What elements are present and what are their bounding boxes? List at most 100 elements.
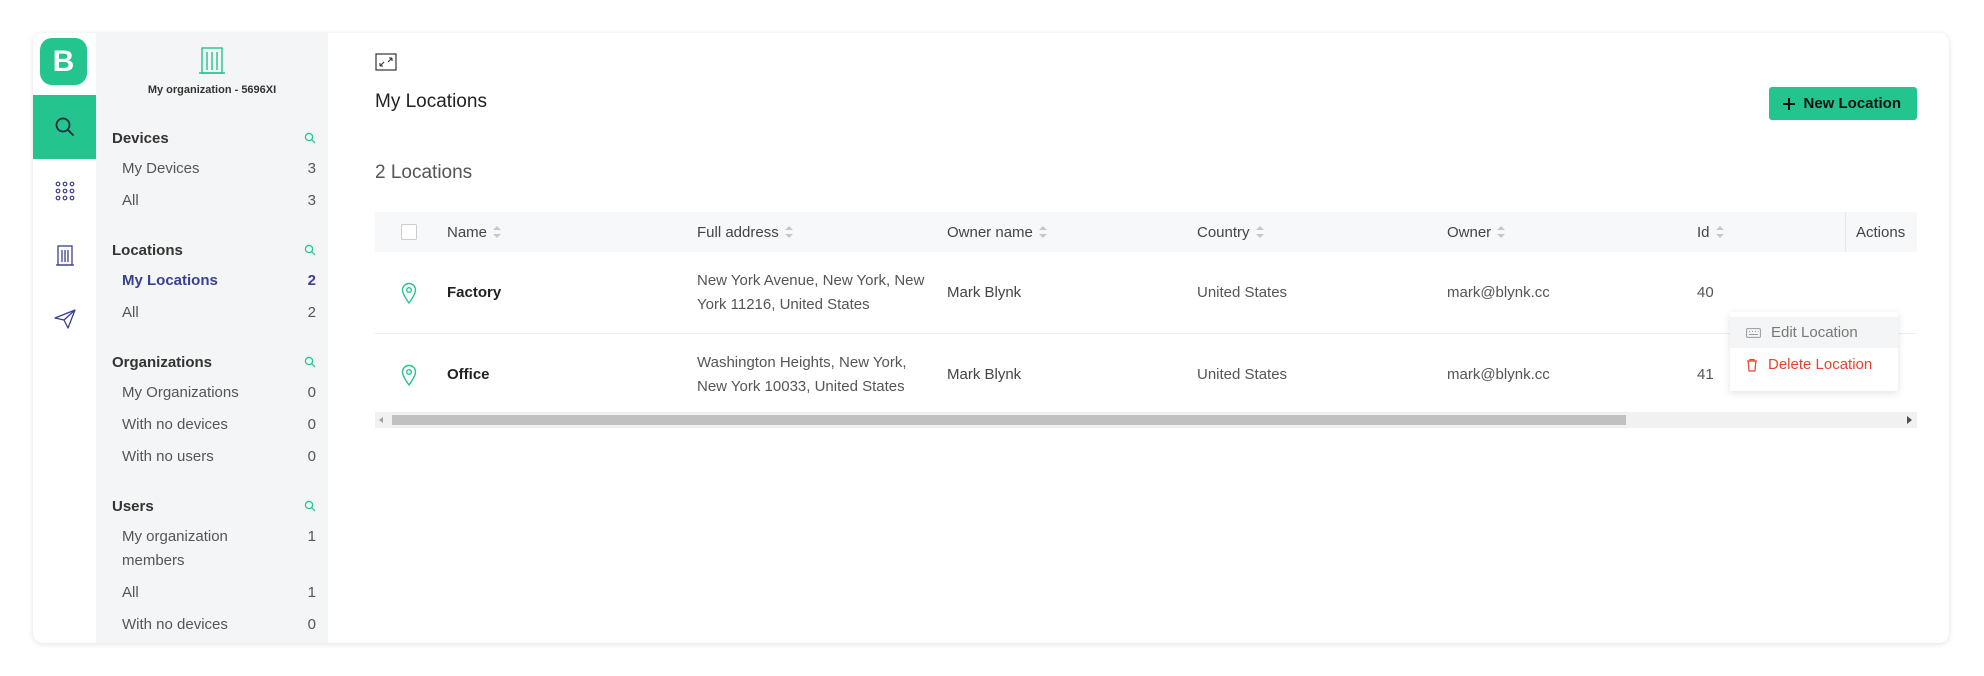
sort-icon[interactable] — [1715, 226, 1724, 238]
scroll-left-icon[interactable] — [379, 417, 383, 423]
item-label: With no users — [122, 448, 214, 465]
owner-email: mark@blynk.cc — [1447, 283, 1550, 301]
sidebar-item-my-locations[interactable]: My Locations 2 — [112, 269, 316, 293]
horizontal-scrollbar[interactable] — [375, 412, 1917, 428]
plus-icon — [1783, 97, 1796, 110]
sort-icon[interactable] — [784, 226, 793, 238]
column-label: Country — [1197, 223, 1250, 241]
section-title: Users — [112, 497, 154, 515]
page-title: My Locations — [375, 91, 487, 112]
table-row[interactable]: Office Washington Heights, New York, New… — [375, 334, 1917, 416]
column-header-full-address[interactable]: Full address — [697, 212, 793, 252]
scrollbar-thumb[interactable] — [392, 415, 1626, 425]
icon-rail: B — [33, 33, 97, 643]
column-header-id[interactable]: Id — [1697, 212, 1724, 252]
location-id: 41 — [1697, 365, 1714, 383]
column-label: Actions — [1856, 223, 1906, 241]
sidebar-item-my-devices[interactable]: My Devices 3 — [112, 157, 316, 181]
sidebar: My organization - 5696XI Devices My Devi… — [96, 33, 328, 643]
app-window: B My organization - 5696XI Devices My De… — [33, 33, 1949, 643]
section-title: Organizations — [112, 353, 213, 371]
column-label: Owner — [1447, 223, 1492, 241]
button-label: New Location — [1803, 95, 1901, 112]
sidebar-section-organizations: Organizations My Organizations 0 With no … — [112, 351, 316, 469]
column-header-country[interactable]: Country — [1197, 212, 1264, 252]
search-icon[interactable] — [304, 132, 316, 144]
item-label: My Locations — [122, 272, 218, 289]
section-title: Locations — [112, 241, 183, 259]
item-count: 0 — [307, 448, 316, 465]
owner-name: Mark Blynk — [947, 283, 1022, 301]
sidebar-item-all-locations[interactable]: All 2 — [112, 301, 316, 325]
main-content: My Locations New Location 2 Locations Na… — [328, 33, 1949, 643]
organization-name: My organization - 5696XI — [147, 84, 277, 96]
location-address: New York Avenue, New York, New York 1121… — [697, 271, 925, 313]
column-header-name[interactable]: Name — [447, 212, 502, 252]
locations-table: Name Full address Owner name Country Own… — [375, 212, 1917, 416]
item-label: All — [122, 584, 139, 601]
edit-location-menu-item[interactable]: Edit Location — [1730, 317, 1898, 348]
column-header-owner[interactable]: Owner — [1447, 212, 1506, 252]
organization-building-icon — [199, 47, 225, 74]
rail-organizations-button[interactable] — [33, 223, 96, 287]
sort-icon[interactable] — [1255, 226, 1264, 238]
owner-email: mark@blynk.cc — [1447, 365, 1550, 383]
item-count: 0 — [307, 384, 316, 401]
sidebar-section-devices: Devices My Devices 3 All 3 — [112, 127, 316, 213]
search-icon[interactable] — [304, 500, 316, 512]
rail-devices-button[interactable] — [33, 159, 96, 223]
sidebar-item-users-no-devices[interactable]: With no devices 0 — [112, 613, 316, 637]
sidebar-item-orgs-no-devices[interactable]: With no devices 0 — [112, 413, 316, 437]
building-icon — [55, 245, 74, 266]
search-icon[interactable] — [304, 356, 316, 368]
column-header-actions: Actions — [1845, 212, 1917, 252]
item-label: All — [122, 304, 139, 321]
location-name[interactable]: Office — [447, 334, 490, 415]
item-count: 1 — [307, 528, 316, 545]
owner-name: Mark Blynk — [947, 365, 1022, 383]
blynk-logo[interactable]: B — [40, 38, 87, 85]
table-row[interactable]: Factory New York Avenue, New York, New Y… — [375, 252, 1917, 334]
select-all-checkbox[interactable] — [401, 224, 417, 240]
location-pin-icon — [401, 252, 417, 333]
sort-icon[interactable] — [493, 226, 502, 238]
country: United States — [1197, 283, 1288, 301]
rail-messages-button[interactable] — [33, 287, 96, 351]
sort-icon[interactable] — [1038, 226, 1047, 238]
item-label: With no devices — [122, 416, 228, 433]
location-id: 40 — [1697, 283, 1714, 301]
scroll-right-icon[interactable] — [1907, 416, 1912, 424]
item-count: 0 — [307, 616, 316, 633]
expand-icon[interactable] — [375, 53, 397, 71]
section-title: Devices — [112, 129, 169, 147]
sidebar-section-users: Users My organization members 1 All 1 With… — [112, 495, 316, 637]
item-count: 2 — [307, 304, 316, 321]
item-label: All — [122, 192, 139, 209]
keyboard-icon — [1746, 327, 1761, 338]
sidebar-item-org-members[interactable]: My organization members 1 — [112, 525, 316, 573]
sidebar-item-all-devices[interactable]: All 3 — [112, 189, 316, 213]
sidebar-item-all-users[interactable]: All 1 — [112, 581, 316, 605]
location-pin-icon — [401, 334, 417, 415]
column-header-owner-name[interactable]: Owner name — [947, 212, 1047, 252]
location-name[interactable]: Factory — [447, 252, 501, 333]
sort-icon[interactable] — [1497, 226, 1506, 238]
item-count: 1 — [307, 584, 316, 601]
table-header: Name Full address Owner name Country Own… — [375, 212, 1917, 252]
item-label: My organization members — [122, 528, 228, 569]
item-label: With no devices — [122, 616, 228, 633]
item-count: 3 — [307, 192, 316, 209]
locations-count: 2 Locations — [375, 162, 473, 183]
country: United States — [1197, 365, 1288, 383]
rail-search-button[interactable] — [33, 95, 96, 159]
organization-header[interactable]: My organization - 5696XI — [96, 33, 328, 96]
search-icon[interactable] — [304, 244, 316, 256]
select-all-checkbox-cell[interactable] — [401, 212, 417, 252]
sidebar-item-orgs-no-users[interactable]: With no users 0 — [112, 445, 316, 469]
item-count: 3 — [307, 160, 316, 177]
row-context-menu: Edit Location Delete Location — [1730, 312, 1898, 391]
menu-label: Delete Location — [1768, 356, 1873, 373]
delete-location-menu-item[interactable]: Delete Location — [1730, 349, 1898, 380]
new-location-button[interactable]: New Location — [1769, 87, 1917, 120]
sidebar-item-my-organizations[interactable]: My Organizations 0 — [112, 381, 316, 405]
